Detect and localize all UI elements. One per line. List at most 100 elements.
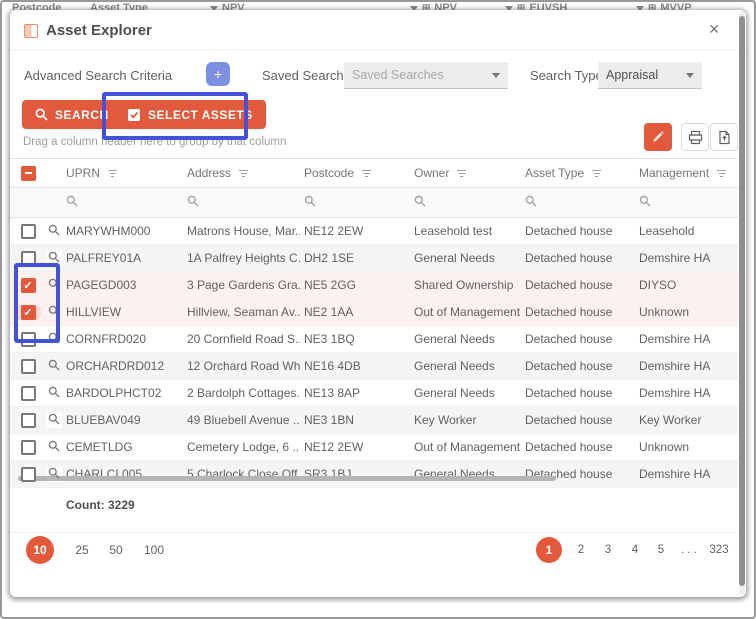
magnifier-icon[interactable] — [48, 440, 60, 455]
page-size-10[interactable]: 10 — [26, 536, 54, 564]
filter-icon[interactable] — [457, 170, 466, 177]
magnifier-icon[interactable] — [48, 278, 60, 293]
dialog-title: Asset Explorer — [46, 22, 152, 39]
magnifier-icon[interactable] — [48, 386, 60, 401]
filter-input-asset_type[interactable] — [521, 195, 635, 210]
page-323[interactable]: 323 — [710, 542, 728, 558]
export-button[interactable] — [710, 123, 738, 151]
filter-input-postcode[interactable] — [300, 195, 410, 210]
page-3[interactable]: 3 — [599, 542, 617, 558]
horizontal-scrollbar[interactable] — [18, 476, 556, 481]
search-button[interactable]: SEARCH — [22, 100, 122, 129]
cell-uprn: CEMETLDG — [62, 440, 183, 454]
cell-management: Demshire HA — [635, 359, 738, 373]
row-checkbox[interactable] — [21, 359, 36, 374]
magnifier-icon[interactable] — [48, 251, 60, 266]
magnifier-icon[interactable] — [48, 359, 60, 374]
page-4[interactable]: 4 — [626, 542, 644, 558]
magnifier-icon[interactable] — [48, 467, 60, 482]
row-checkbox[interactable] — [21, 224, 36, 239]
column-header-owner[interactable]: Owner — [410, 166, 521, 180]
page-5[interactable]: 5 — [652, 542, 670, 558]
filter-input-management[interactable] — [635, 195, 738, 210]
print-button[interactable] — [681, 123, 709, 151]
chevron-down-icon — [686, 73, 694, 78]
cell-uprn: PAGEGD003 — [62, 278, 183, 292]
row-detail-cell — [46, 440, 62, 455]
table-row[interactable]: PALFREY01A1A Palfrey Heights C...DH2 1SE… — [10, 245, 738, 272]
row-detail-cell — [46, 251, 62, 266]
row-checkbox[interactable]: ✓ — [21, 305, 36, 320]
search-button-label: SEARCH — [55, 108, 109, 122]
row-checkbox[interactable]: ✓ — [21, 278, 36, 293]
row-checkbox-cell — [10, 251, 46, 266]
vertical-scrollbar[interactable] — [739, 16, 745, 586]
page-2[interactable]: 2 — [572, 542, 590, 558]
magnifier-icon[interactable] — [48, 332, 60, 347]
vertical-scrollbar-track — [739, 12, 745, 595]
filter-input-address[interactable] — [183, 195, 300, 210]
row-checkbox[interactable] — [21, 332, 36, 347]
column-header-uprn[interactable]: UPRN — [62, 166, 183, 180]
grid-icon: ⊞ — [648, 3, 656, 11]
row-checkbox[interactable] — [21, 386, 36, 401]
magnifier-icon[interactable] — [48, 413, 60, 428]
filter-icon[interactable] — [239, 170, 248, 177]
cell-postcode: NE5 2GG — [300, 278, 410, 292]
asset-explorer-dialog: Asset Explorer ✕ Advanced Search Criteri… — [10, 10, 746, 597]
cell-management: Unknown — [635, 305, 738, 319]
table-row[interactable]: MARYWHM000Matrons House, Mar...NE12 2EWL… — [10, 218, 738, 245]
column-header-postcode[interactable]: Postcode — [300, 166, 410, 180]
column-header-management[interactable]: Management — [635, 166, 738, 180]
column-header-asset_type[interactable]: Asset Type — [521, 166, 635, 180]
asset-explorer-icon — [24, 24, 38, 38]
magnifier-icon[interactable] — [48, 305, 60, 320]
add-criteria-button[interactable]: + — [206, 62, 230, 86]
close-icon[interactable]: ✕ — [708, 21, 720, 37]
cell-asset_type: Detached house — [521, 386, 635, 400]
cell-owner: General Needs — [410, 386, 521, 400]
row-checkbox[interactable] — [21, 251, 36, 266]
cell-owner: General Needs — [410, 359, 521, 373]
cell-uprn: MARYWHM000 — [62, 224, 183, 238]
filter-icon[interactable] — [717, 170, 726, 177]
page-size-50[interactable]: 50 — [104, 542, 128, 558]
filter-input-owner[interactable] — [410, 195, 521, 210]
table-row[interactable]: ORCHARDRD01212 Orchard Road Wh...NE16 4D… — [10, 353, 738, 380]
page-size-25[interactable]: 25 — [70, 542, 94, 558]
table-row[interactable]: BLUEBAV04949 Bluebell Avenue ...NE3 1BNK… — [10, 407, 738, 434]
search-icon — [304, 195, 316, 210]
magnifier-icon[interactable] — [48, 224, 60, 239]
search-type-value: Appraisal — [606, 68, 658, 82]
row-checkbox[interactable] — [21, 440, 36, 455]
table-row[interactable]: CORNFRD02020 Cornfield Road S...NE3 1BQG… — [10, 326, 738, 353]
edit-columns-button[interactable] — [644, 123, 672, 151]
row-checkbox-cell — [10, 224, 46, 239]
table-row[interactable]: ✓PAGEGD0033 Page Gardens Gra...NE5 2GGSh… — [10, 272, 738, 299]
cell-owner: Out of Management — [410, 440, 521, 454]
table-row[interactable]: CEMETLDGCemetery Lodge, 6 ...NE12 2EWOut… — [10, 434, 738, 461]
filter-input-uprn[interactable] — [62, 195, 183, 210]
saved-searches-select[interactable]: Saved Searches — [344, 62, 508, 89]
search-type-select[interactable]: Appraisal — [598, 62, 702, 89]
column-header-address[interactable]: Address — [183, 166, 300, 180]
page-1[interactable]: 1 — [536, 537, 562, 563]
page-size-100[interactable]: 100 — [138, 542, 170, 558]
row-checkbox-cell: ✓ — [10, 305, 46, 320]
cell-management: Unknown — [635, 440, 738, 454]
select-all-checkbox[interactable] — [21, 166, 36, 181]
saved-searches-placeholder: Saved Searches — [352, 68, 444, 82]
row-checkbox[interactable] — [21, 413, 36, 428]
filter-icon[interactable] — [108, 170, 117, 177]
table-row[interactable]: CHARLCL0055 Charlock Close Off...SR3 1BJ… — [10, 461, 738, 488]
background-column-header: Postcode — [12, 2, 62, 10]
filter-icon[interactable] — [592, 170, 601, 177]
filter-icon[interactable] — [362, 170, 371, 177]
export-file-icon — [717, 130, 732, 145]
table-row[interactable]: BARDOLPHCT022 Bardolph Cottages...NE13 8… — [10, 380, 738, 407]
cell-postcode: NE2 1AA — [300, 305, 410, 319]
select-assets-button[interactable]: SELECT ASSETS — [114, 100, 266, 129]
row-checkbox[interactable] — [21, 467, 36, 482]
table-row[interactable]: ✓HILLVIEWHillview, Seaman Av...NE2 1AAOu… — [10, 299, 738, 326]
row-detail-cell — [46, 413, 62, 428]
